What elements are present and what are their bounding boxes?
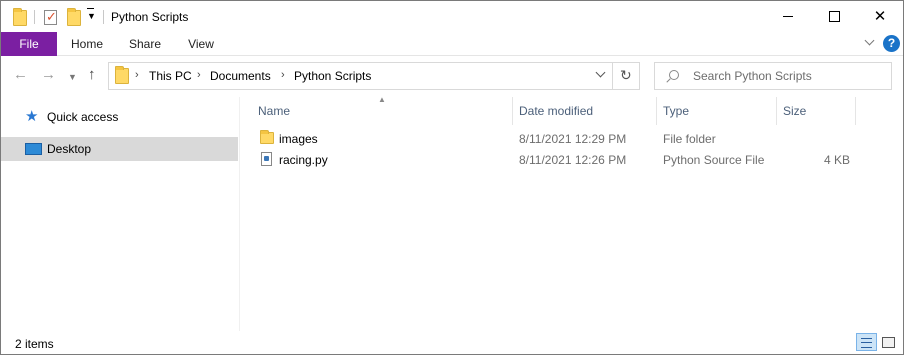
tab-file[interactable]: File — [1, 32, 57, 56]
forward-icon[interactable]: → — [41, 67, 56, 83]
help-icon[interactable]: ? — [883, 35, 900, 52]
column-label: Date modified — [519, 104, 594, 118]
breadcrumb-this-pc[interactable]: This PC — [149, 69, 192, 83]
file-date: 8/11/2021 12:26 PM — [519, 153, 627, 167]
file-type: File folder — [663, 132, 716, 146]
up-icon[interactable]: ↑ — [88, 67, 96, 83]
search-input[interactable] — [693, 68, 883, 84]
new-folder-icon[interactable] — [67, 8, 81, 26]
star-icon: ★ — [25, 108, 39, 125]
ribbon-tabs: File Home Share View ? — [1, 32, 903, 56]
sidebar-item-desktop[interactable]: Desktop — [1, 137, 238, 161]
column-header-date[interactable]: Date modified — [513, 97, 657, 125]
file-type: Python Source File — [663, 153, 765, 167]
title-separator — [103, 10, 104, 24]
python-file-icon — [261, 152, 272, 166]
file-name: images — [279, 132, 318, 146]
column-label: Size — [783, 104, 807, 118]
file-list: ▲ Name Date modified Type Size images 8/… — [240, 95, 903, 331]
sidebar-item-label: Desktop — [47, 142, 92, 156]
explorer-window: ▼ Python Scripts ✕ File Home Share View … — [0, 0, 904, 355]
sidebar-item-quick-access[interactable]: ★ Quick access — [1, 105, 238, 129]
address-history-chevron-icon[interactable] — [594, 68, 608, 82]
breadcrumb-separator[interactable]: › — [281, 69, 285, 81]
refresh-icon[interactable]: ↻ — [620, 67, 632, 84]
tab-share[interactable]: Share — [117, 32, 173, 56]
search-icon — [669, 70, 679, 80]
navigation-pane: ★ Quick access Desktop — [1, 97, 239, 331]
details-view-icon[interactable] — [856, 333, 877, 351]
properties-icon[interactable] — [44, 9, 57, 25]
breadcrumb-separator[interactable]: › — [197, 69, 201, 81]
column-label: Type — [663, 104, 690, 118]
item-count: 2 items — [15, 337, 54, 351]
minimize-button[interactable] — [765, 1, 811, 31]
folder-icon — [260, 130, 274, 144]
expand-ribbon-icon[interactable] — [865, 38, 874, 47]
file-row-images[interactable]: images 8/11/2021 12:29 PM File folder — [254, 129, 874, 150]
status-bar: 2 items — [1, 331, 903, 354]
column-label: Name — [258, 104, 291, 118]
address-divider — [612, 63, 613, 89]
maximize-button[interactable] — [811, 1, 857, 31]
close-button[interactable]: ✕ — [857, 1, 903, 31]
breadcrumb-separator[interactable]: › — [135, 69, 139, 81]
column-header-type[interactable]: Type — [657, 97, 777, 125]
sidebar-item-label: Quick access — [47, 110, 119, 124]
address-bar[interactable]: › This PC › Documents › Python Scripts ↻ — [108, 62, 640, 90]
file-date: 8/11/2021 12:29 PM — [519, 132, 627, 146]
desktop-icon — [25, 143, 42, 155]
column-header-name[interactable]: Name — [252, 97, 512, 125]
breadcrumb-python-scripts[interactable]: Python Scripts — [294, 69, 371, 83]
customize-toolbar-icon[interactable]: ▼ — [87, 8, 96, 21]
file-name: racing.py — [279, 153, 328, 167]
breadcrumb-documents[interactable]: Documents — [210, 69, 271, 83]
tab-home[interactable]: Home — [59, 32, 115, 56]
back-icon[interactable]: ← — [13, 67, 28, 83]
column-divider[interactable] — [855, 97, 856, 125]
large-icons-view-icon[interactable] — [880, 334, 897, 350]
navigation-bar: ← → ▼ ↑ › This PC › Documents › Python S… — [1, 57, 903, 95]
folder-app-icon — [13, 8, 27, 26]
address-folder-icon — [115, 66, 129, 84]
tab-view[interactable]: View — [173, 32, 229, 56]
title-separator — [34, 10, 35, 24]
search-box[interactable] — [654, 62, 892, 90]
file-size: 4 KB — [823, 153, 850, 167]
file-row-racing-py[interactable]: racing.py 8/11/2021 12:26 PM Python Sour… — [254, 150, 874, 171]
column-header-size[interactable]: Size — [777, 97, 855, 125]
title-bar: ▼ Python Scripts ✕ — [1, 1, 903, 33]
window-title: Python Scripts — [111, 10, 189, 24]
recent-locations-icon[interactable]: ▼ — [68, 69, 77, 85]
